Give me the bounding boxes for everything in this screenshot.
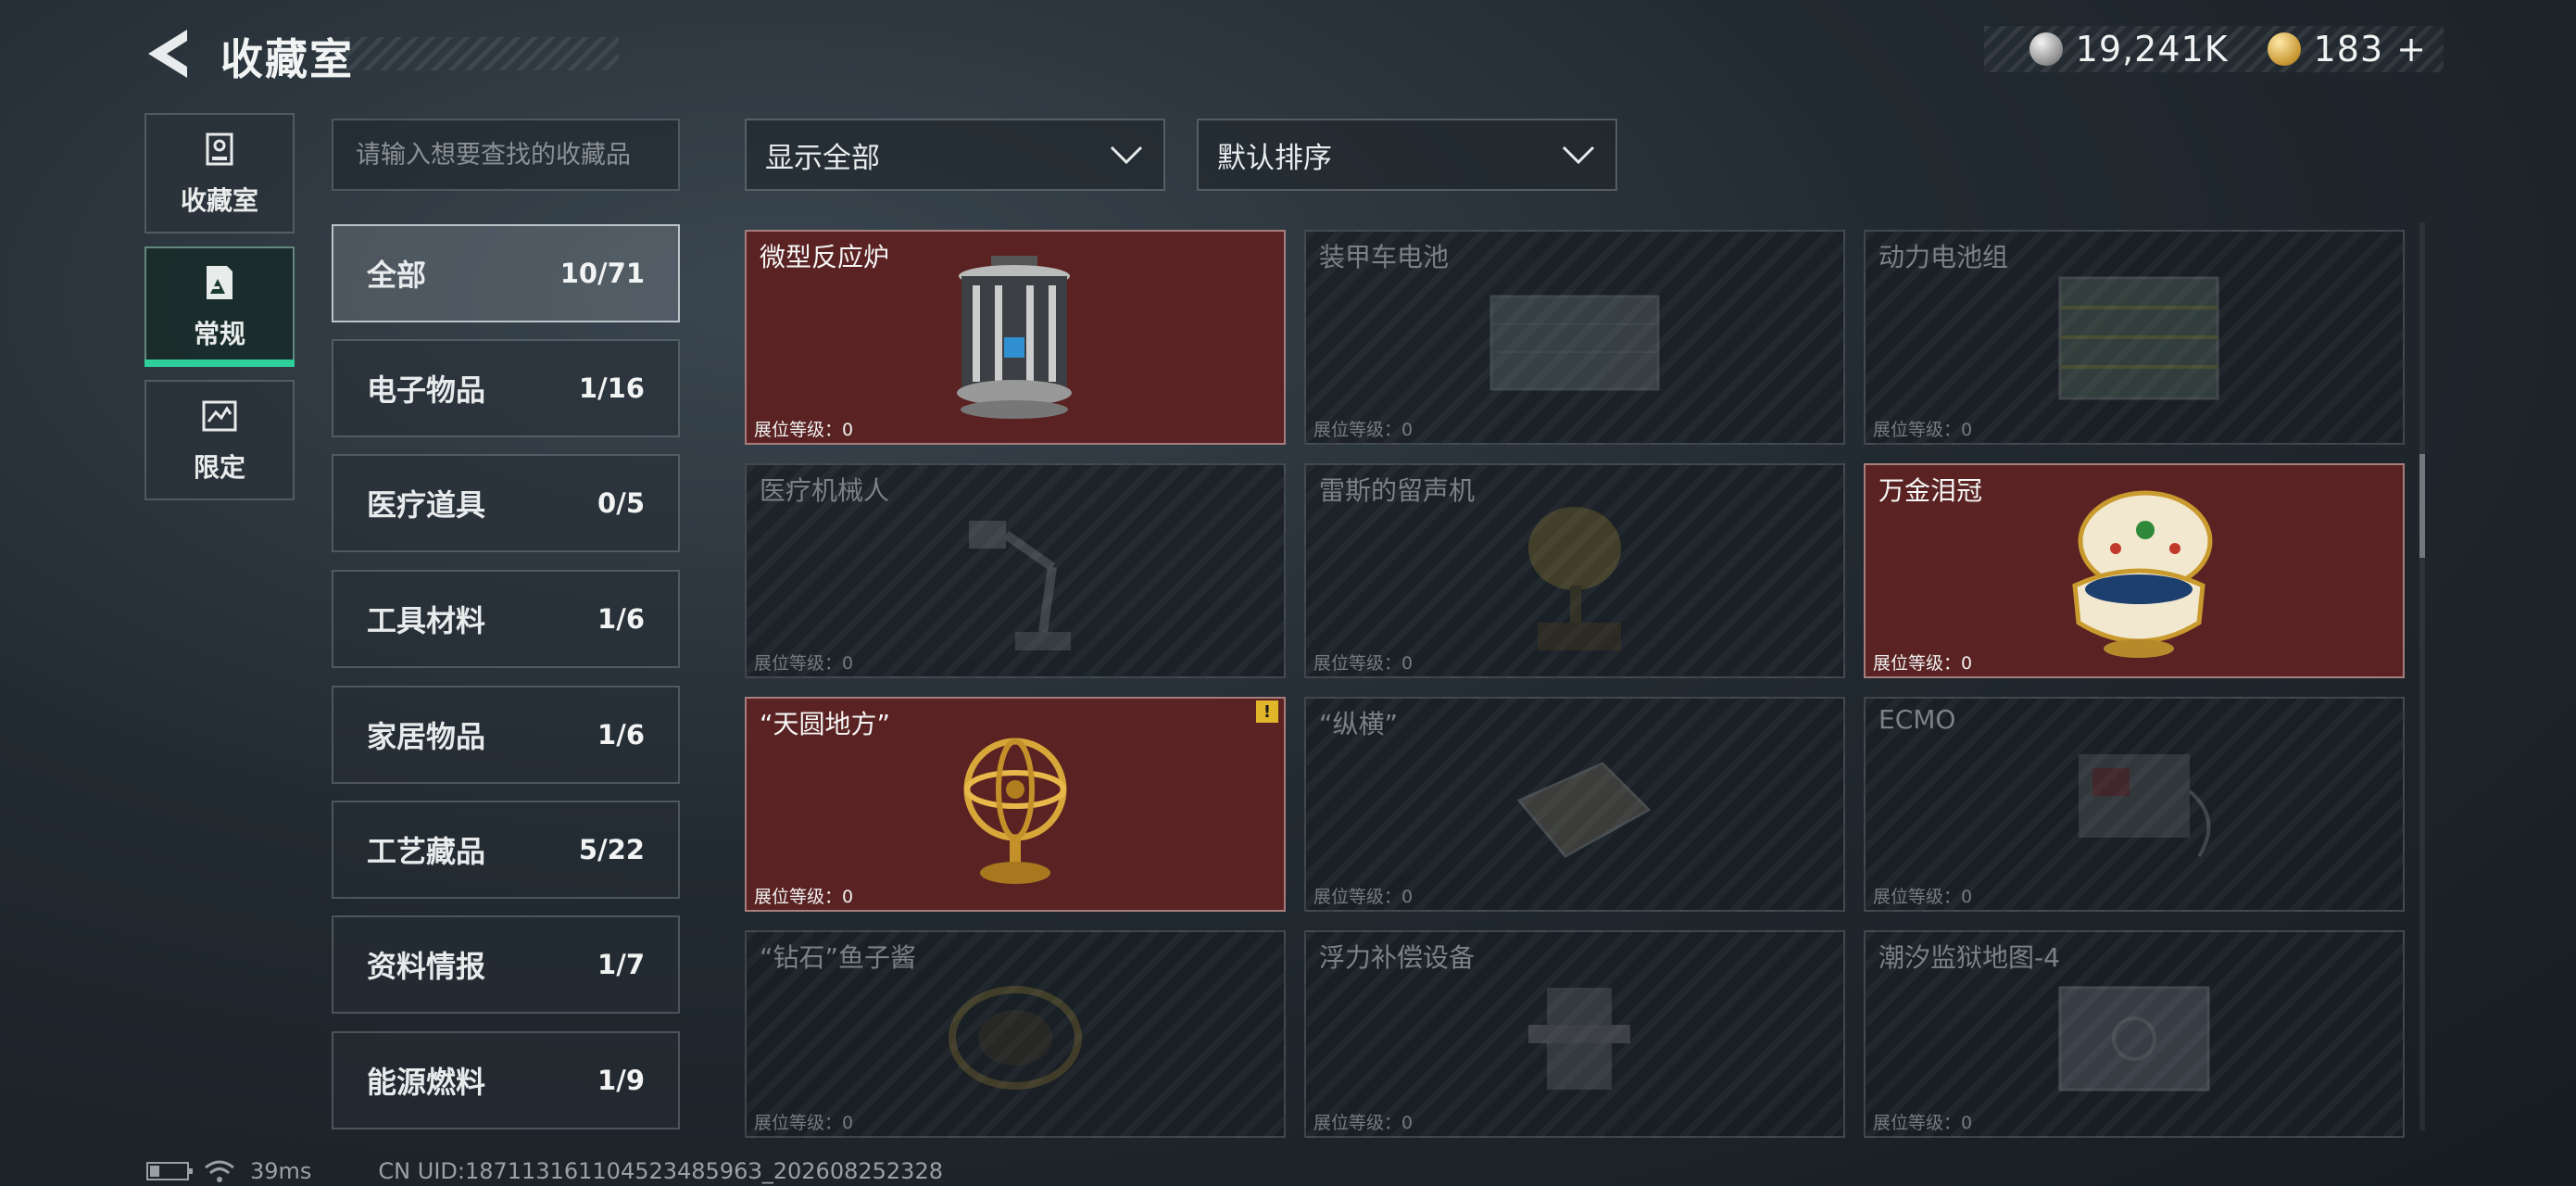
silver-coin-icon xyxy=(2029,32,2063,66)
status-bar: 39ms CN UID:18711316110452348596З_202608… xyxy=(146,1158,943,1184)
search-box[interactable] xyxy=(332,119,680,191)
grid-scrollbar-thumb[interactable] xyxy=(2419,454,2425,558)
page-title: 收藏室 xyxy=(220,34,354,84)
battery-icon xyxy=(146,1162,193,1180)
power-battery-pack-icon xyxy=(2058,276,2219,400)
item-card[interactable]: 医疗机械人 展位等级：0 xyxy=(745,463,1286,678)
wifi-icon xyxy=(205,1160,234,1182)
uid-text: CN UID:18711316110452348596З_20260825232… xyxy=(378,1158,943,1184)
armored-battery-icon xyxy=(1489,295,1660,391)
item-card[interactable]: 浮力补偿设备 展位等级：0 xyxy=(1304,930,1845,1138)
item-card[interactable]: “钻石”鱼子酱 展位等级：0 xyxy=(745,930,1286,1138)
silver-amount: 19,241K xyxy=(2075,29,2229,69)
category-crafts[interactable]: 工艺藏品 5/22 xyxy=(332,801,680,899)
sort-dropdown[interactable]: 默认排序 xyxy=(1197,119,1617,191)
display-filter-dropdown[interactable]: 显示全部 xyxy=(745,119,1165,191)
category-all[interactable]: 全部 10/71 xyxy=(332,224,680,322)
currency-bar: 19,241K 183 + xyxy=(1984,26,2444,72)
gramophone-icon xyxy=(1528,507,1621,650)
gold-amount: 183 xyxy=(2313,29,2384,69)
category-intel[interactable]: 资料情报 1/7 xyxy=(332,915,680,1014)
armillary-sphere-icon xyxy=(963,738,1067,884)
sort-value: 默认排序 xyxy=(1217,141,1332,175)
category-tools[interactable]: 工具材料 1/6 xyxy=(332,570,680,668)
collection-box-icon xyxy=(206,132,233,166)
category-medical[interactable]: 医疗道具 0/5 xyxy=(332,454,680,552)
buoyancy-device-icon xyxy=(1528,988,1630,1090)
item-card[interactable]: 雷斯的留声机 展位等级：0 xyxy=(1304,463,1845,678)
micro-reactor-icon xyxy=(957,256,1072,419)
item-card[interactable]: 万金泪冠 展位等级：0 xyxy=(1864,463,2405,678)
nav-collection-room[interactable]: 收藏室 xyxy=(145,113,295,233)
nav-regular[interactable]: 常规 xyxy=(145,246,295,367)
category-fuel[interactable]: 能源燃料 1/9 xyxy=(332,1031,680,1129)
category-electronics[interactable]: 电子物品 1/16 xyxy=(332,339,680,437)
jeweled-egg-icon xyxy=(2072,490,2213,658)
chessboard-icon xyxy=(1516,762,1652,858)
document-icon xyxy=(207,266,232,299)
gold-coin-icon xyxy=(2267,32,2301,66)
category-household[interactable]: 家居物品 1/6 xyxy=(332,686,680,784)
medical-robot-icon xyxy=(969,521,1071,650)
chevron-down-icon xyxy=(1110,145,1143,165)
item-card[interactable]: “天圆地方” ! 展位等级：0 xyxy=(745,697,1286,912)
item-card[interactable]: “纵横” 展位等级：0 xyxy=(1304,697,1845,912)
item-card[interactable]: 装甲车电池 展位等级：0 xyxy=(1304,230,1845,445)
nav-limited[interactable]: 限定 xyxy=(145,380,295,500)
item-card[interactable]: 动力电池组 展位等级：0 xyxy=(1864,230,2405,445)
ping-value: 39ms xyxy=(250,1158,312,1184)
chevron-down-icon xyxy=(1562,145,1595,165)
ecmo-machine-icon xyxy=(2079,754,2211,858)
warning-badge: ! xyxy=(1256,700,1278,723)
item-card[interactable]: 微型反应炉 展位等级：0 xyxy=(745,230,1286,445)
title-decoration xyxy=(345,37,619,70)
map-frame-icon xyxy=(2058,986,2210,1091)
item-card[interactable]: ECMO 展位等级：0 xyxy=(1864,697,2405,912)
search-input[interactable] xyxy=(356,140,656,170)
add-currency-button[interactable]: + xyxy=(2396,29,2427,69)
display-filter-value: 显示全部 xyxy=(765,141,880,175)
back-arrow-icon[interactable] xyxy=(146,28,193,80)
item-card[interactable]: 潮汐监狱地图-4 展位等级：0 xyxy=(1864,930,2405,1138)
limited-frame-icon xyxy=(202,400,237,432)
caviar-tin-icon xyxy=(949,986,1082,1090)
grid-scrollbar-track[interactable] xyxy=(2419,222,2425,1130)
